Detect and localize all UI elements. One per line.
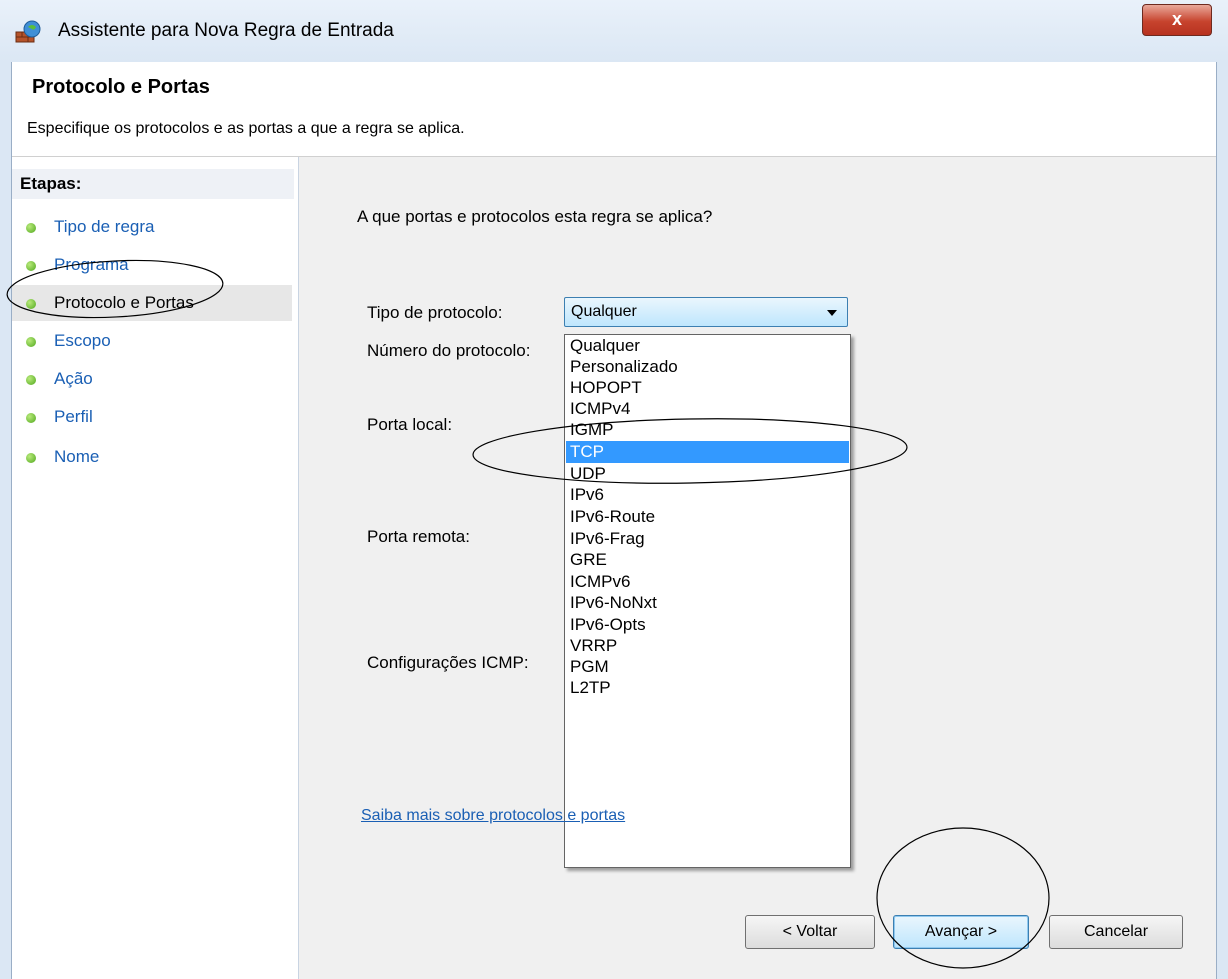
protocol-number-label: Número do protocolo: — [367, 341, 531, 360]
step-label[interactable]: Ação — [54, 369, 93, 389]
firewall-app-icon — [15, 20, 41, 43]
steps-heading-label: Etapas: — [20, 174, 82, 193]
steps-heading: Etapas: — [12, 169, 294, 199]
protocol-dropdown-list[interactable]: Qualquer Personalizado HOPOPT ICMPv4 IGM… — [564, 334, 851, 868]
dropdown-option[interactable]: UDP — [566, 463, 849, 485]
cancel-button[interactable]: Cancelar — [1049, 915, 1183, 949]
protocol-type-label: Tipo de protocolo: — [367, 303, 503, 322]
next-button[interactable]: Avançar > — [893, 915, 1029, 949]
chevron-down-icon[interactable] — [827, 310, 837, 316]
dropdown-option[interactable]: IPv6 — [566, 484, 849, 506]
step-bullet-icon — [26, 375, 36, 385]
dropdown-option[interactable]: IPv6-NoNxt — [566, 592, 849, 614]
protocol-type-select[interactable]: Qualquer — [564, 297, 848, 327]
step-label[interactable]: Protocolo e Portas — [54, 293, 194, 313]
step-label[interactable]: Programa — [54, 255, 129, 275]
icmp-settings-label: Configurações ICMP: — [367, 653, 529, 672]
step-bullet-icon — [26, 413, 36, 423]
dropdown-option[interactable]: IGMP — [566, 419, 849, 441]
step-bullet-icon — [26, 453, 36, 463]
dropdown-option[interactable]: VRRP — [566, 635, 849, 657]
step-acao[interactable]: Ação — [12, 361, 292, 397]
step-bullet-icon — [26, 337, 36, 347]
window-title: Assistente para Nova Regra de Entrada — [58, 20, 394, 41]
dropdown-option[interactable]: HOPOPT — [566, 377, 849, 399]
protocol-type-value[interactable]: Qualquer — [571, 303, 637, 321]
page-title: Protocolo e Portas — [32, 76, 210, 98]
dropdown-option-selected[interactable]: TCP — [566, 441, 849, 463]
step-nome[interactable]: Nome — [12, 439, 292, 475]
close-icon[interactable]: x — [1172, 9, 1182, 29]
step-bullet-icon — [26, 299, 36, 309]
window-frame-right — [1216, 62, 1228, 979]
step-label[interactable]: Nome — [54, 447, 99, 467]
step-bullet-icon — [26, 223, 36, 233]
dropdown-option[interactable]: Personalizado — [566, 356, 849, 378]
local-port-label: Porta local: — [367, 415, 453, 434]
steps-pane: Etapas: Tipo de regra Programa Protocolo… — [12, 157, 299, 979]
dropdown-option[interactable]: GRE — [566, 549, 849, 571]
step-escopo[interactable]: Escopo — [12, 323, 292, 359]
window-frame-left — [0, 62, 12, 979]
close-button[interactable]: x — [1142, 4, 1212, 36]
step-tipo-de-regra[interactable]: Tipo de regra — [12, 209, 292, 245]
step-label[interactable]: Escopo — [54, 331, 111, 351]
remote-port-label: Porta remota: — [367, 527, 470, 546]
help-link[interactable]: Saiba mais sobre protocolos e portas — [361, 807, 625, 825]
dropdown-option[interactable]: IPv6-Frag — [566, 528, 849, 550]
dropdown-option[interactable]: L2TP — [566, 677, 849, 699]
step-protocolo-e-portas[interactable]: Protocolo e Portas — [12, 285, 292, 321]
page-subtitle: Especifique os protocolos e as portas a … — [27, 120, 465, 137]
step-perfil[interactable]: Perfil — [12, 399, 292, 435]
step-bullet-icon — [26, 261, 36, 271]
dropdown-option[interactable]: ICMPv4 — [566, 398, 849, 420]
dropdown-option[interactable]: PGM — [566, 656, 849, 678]
back-button[interactable]: < Voltar — [745, 915, 875, 949]
step-programa[interactable]: Programa — [12, 247, 292, 283]
question-text: A que portas e protocolos esta regra se … — [357, 207, 713, 226]
main-content: A que portas e protocolos esta regra se … — [299, 157, 1216, 979]
dropdown-option[interactable]: ICMPv6 — [566, 571, 849, 593]
dropdown-option[interactable]: IPv6-Opts — [566, 614, 849, 636]
dropdown-option[interactable]: IPv6-Route — [566, 506, 849, 528]
step-label[interactable]: Tipo de regra — [54, 217, 154, 237]
wizard-header: Protocolo e Portas Especifique os protoc… — [12, 62, 1216, 157]
dropdown-option[interactable]: Qualquer — [566, 335, 849, 357]
step-label[interactable]: Perfil — [54, 407, 93, 427]
title-bar: Assistente para Nova Regra de Entrada x — [0, 0, 1228, 63]
